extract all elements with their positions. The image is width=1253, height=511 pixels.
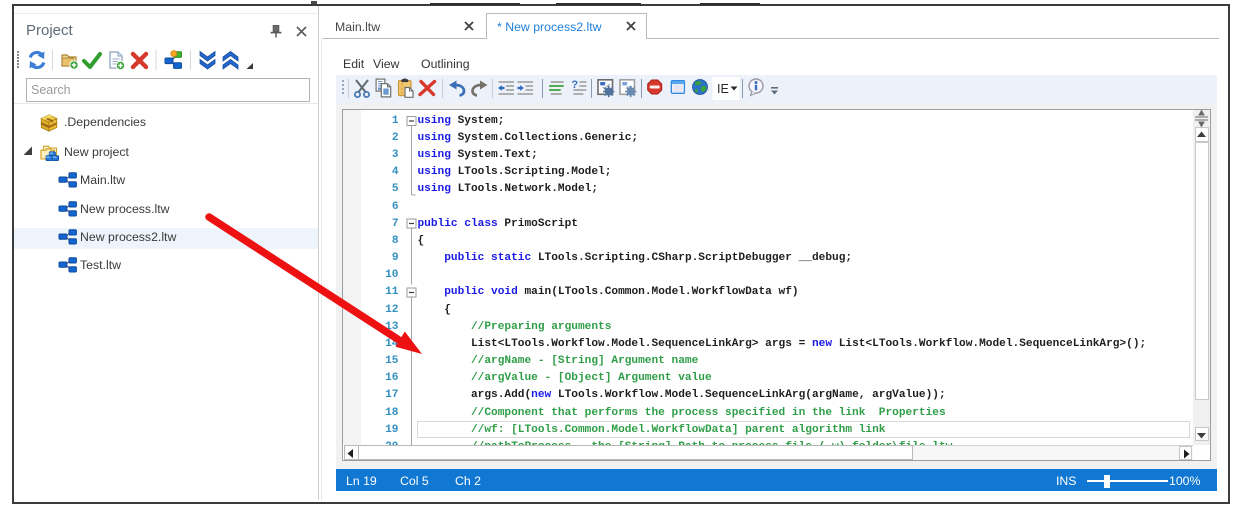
svg-text:?: ? [571,79,578,91]
svg-text:IE: IE [717,82,729,96]
